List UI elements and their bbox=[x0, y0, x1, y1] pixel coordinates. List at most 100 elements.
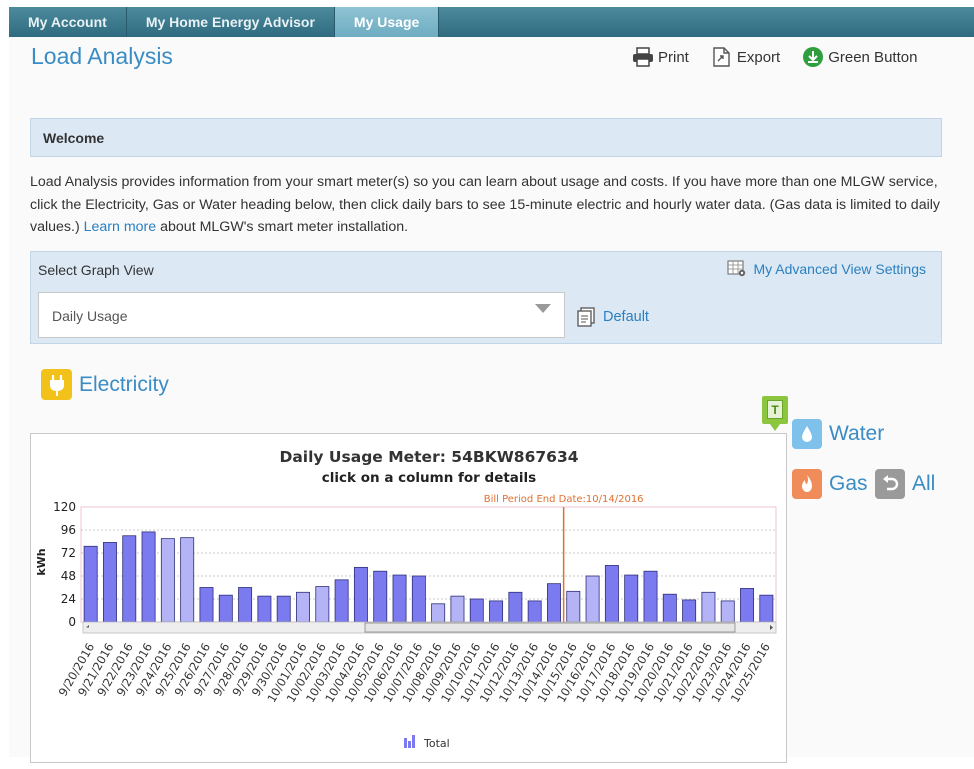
chart-subtitle: click on a column for details bbox=[322, 470, 536, 486]
default-label: Default bbox=[603, 309, 649, 325]
chart-container: Daily Usage Meter: 54BKW867634 click on … bbox=[30, 433, 787, 763]
usage-bar[interactable] bbox=[334, 579, 349, 623]
y-tick-label: 120 bbox=[53, 500, 76, 514]
graph-view-selected: Daily Usage bbox=[52, 308, 128, 324]
usage-bar[interactable] bbox=[276, 595, 291, 623]
y-tick-label: 96 bbox=[61, 523, 76, 537]
x-axis-labels: 9/20/20169/21/20169/22/20169/23/20169/24… bbox=[56, 641, 773, 705]
usage-bar[interactable] bbox=[566, 590, 581, 623]
usage-bar[interactable] bbox=[296, 591, 310, 623]
welcome-panel[interactable]: Welcome bbox=[30, 118, 942, 157]
usage-bar[interactable] bbox=[122, 535, 137, 623]
electricity-heading[interactable]: Electricity bbox=[41, 369, 169, 400]
usage-bar[interactable] bbox=[160, 538, 175, 623]
graph-view-select[interactable]: Daily Usage bbox=[38, 292, 565, 338]
y-tick-label: 48 bbox=[61, 569, 76, 583]
usage-bar[interactable] bbox=[643, 570, 658, 623]
page-title: Load Analysis bbox=[31, 43, 173, 69]
gas-heading[interactable]: Gas bbox=[792, 469, 876, 499]
chart-scrollbar[interactable] bbox=[82, 621, 777, 634]
learn-more-link[interactable]: Learn more bbox=[84, 219, 157, 235]
usage-bar[interactable] bbox=[411, 575, 426, 623]
usage-bar[interactable] bbox=[585, 575, 600, 623]
usage-bar[interactable] bbox=[720, 600, 735, 623]
bill-period-label: Bill Period End Date:10/14/2016 bbox=[484, 494, 644, 505]
usage-bar[interactable] bbox=[624, 574, 639, 623]
intro-text: Load Analysis provides information from … bbox=[30, 171, 945, 239]
usage-bar[interactable] bbox=[180, 537, 195, 623]
usage-bar[interactable] bbox=[373, 570, 388, 623]
usage-bar[interactable] bbox=[508, 591, 523, 623]
y-tick-label: 72 bbox=[61, 546, 76, 560]
text-badge-letter: T bbox=[767, 400, 783, 419]
toolbar: Print Export Green Button bbox=[632, 46, 939, 68]
water-label: Water bbox=[829, 422, 885, 445]
scrollbar-thumb[interactable] bbox=[364, 622, 736, 633]
usage-bar[interactable] bbox=[431, 603, 446, 623]
usage-bar[interactable] bbox=[759, 594, 774, 623]
tab-my-home-energy-advisor[interactable]: My Home Energy Advisor bbox=[127, 7, 335, 37]
graph-view-panel: Select Graph View My Advanced View Setti… bbox=[30, 251, 942, 344]
text-badge-icon[interactable]: T bbox=[762, 396, 788, 431]
all-label: All bbox=[912, 472, 936, 495]
all-heading[interactable]: All bbox=[875, 469, 935, 499]
usage-bar[interactable] bbox=[315, 586, 330, 623]
tab-my-usage[interactable]: My Usage bbox=[334, 7, 440, 37]
plug-icon bbox=[41, 369, 72, 400]
export-icon bbox=[713, 47, 730, 67]
usage-bar[interactable] bbox=[740, 588, 755, 623]
daily-usage-chart[interactable]: Daily Usage Meter: 54BKW867634 click on … bbox=[31, 434, 788, 764]
y-tick-label: 24 bbox=[61, 592, 76, 606]
water-drop-icon bbox=[792, 419, 822, 449]
usage-bar[interactable] bbox=[701, 591, 716, 623]
green-button-label: Green Button bbox=[828, 48, 918, 66]
advanced-view-settings-link[interactable]: My Advanced View Settings bbox=[727, 260, 926, 277]
usage-bar[interactable] bbox=[469, 598, 484, 623]
usage-bar[interactable] bbox=[257, 595, 272, 623]
usage-bar[interactable] bbox=[489, 600, 504, 623]
usage-bar[interactable] bbox=[604, 565, 619, 623]
export-button[interactable]: Export bbox=[711, 46, 780, 68]
chart-bars bbox=[83, 531, 774, 623]
printer-icon bbox=[633, 47, 653, 67]
chart-legend[interactable]: Total bbox=[404, 735, 450, 750]
top-navigation: My Account My Home Energy Advisor My Usa… bbox=[9, 7, 974, 37]
flame-icon bbox=[792, 469, 822, 499]
usage-bar[interactable] bbox=[102, 542, 117, 623]
settings-grid-icon bbox=[727, 260, 746, 277]
green-button-icon bbox=[803, 47, 824, 67]
print-button[interactable]: Print bbox=[632, 47, 689, 67]
water-heading[interactable]: Water bbox=[792, 419, 884, 449]
usage-bar[interactable] bbox=[682, 599, 697, 623]
y-axis-label: kWh bbox=[35, 548, 48, 575]
usage-bar[interactable] bbox=[662, 593, 677, 623]
electricity-label: Electricity bbox=[79, 372, 169, 396]
legend-total-label: Total bbox=[423, 737, 450, 750]
usage-bar[interactable] bbox=[353, 566, 368, 623]
print-label: Print bbox=[658, 48, 689, 66]
default-doc-icon bbox=[577, 307, 595, 327]
usage-bar[interactable] bbox=[450, 595, 465, 623]
welcome-title: Welcome bbox=[43, 130, 105, 146]
usage-bar[interactable] bbox=[238, 587, 253, 623]
green-button[interactable]: Green Button bbox=[802, 46, 917, 68]
y-axis-labels: 0 24 48 72 96 120 bbox=[53, 500, 76, 629]
y-tick-label: 0 bbox=[68, 615, 76, 629]
usage-bar[interactable] bbox=[218, 594, 233, 623]
tab-my-account[interactable]: My Account bbox=[9, 7, 127, 37]
export-label: Export bbox=[736, 48, 781, 66]
undo-arrow-icon bbox=[875, 469, 905, 499]
gas-label: Gas bbox=[829, 472, 868, 495]
chevron-down-icon bbox=[535, 304, 551, 313]
usage-bar[interactable] bbox=[527, 600, 542, 623]
usage-bar[interactable] bbox=[547, 583, 561, 623]
usage-bar[interactable] bbox=[392, 574, 407, 623]
usage-bar[interactable] bbox=[199, 587, 214, 623]
usage-bar[interactable] bbox=[83, 545, 98, 623]
default-button[interactable]: Default bbox=[577, 307, 649, 327]
advanced-view-settings-label: My Advanced View Settings bbox=[753, 260, 926, 277]
intro-text-end: about MLGW's smart meter installation. bbox=[156, 219, 409, 235]
usage-bar[interactable] bbox=[141, 531, 156, 623]
graph-view-label: Select Graph View bbox=[38, 262, 154, 278]
chart-title: Daily Usage Meter: 54BKW867634 bbox=[279, 448, 578, 466]
